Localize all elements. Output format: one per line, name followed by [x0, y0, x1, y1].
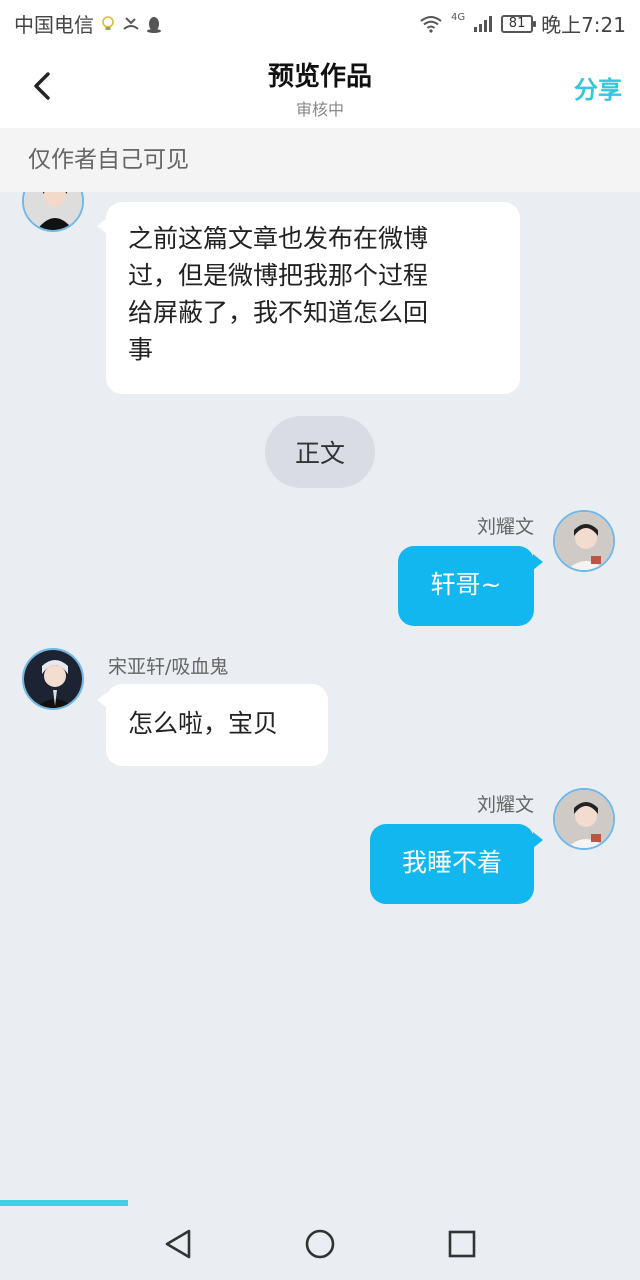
avatar[interactable] — [22, 192, 84, 232]
review-status: 审核中 — [295, 100, 344, 119]
carrier-label: 中国电信 — [14, 13, 94, 37]
chat-thread[interactable]: 之前这篇文章也发布在微博 过，但是微博把我那个过程 给屏蔽了，我不知道怎么回 事… — [0, 192, 640, 1200]
top-app-bar: 预览作品 审核中 分享 — [0, 44, 640, 128]
battery-level: 81 — [508, 16, 526, 31]
message-text: 轩哥~ — [430, 570, 502, 599]
bubble-tail — [533, 554, 543, 570]
bulb-icon — [100, 15, 116, 33]
back-nav-icon — [165, 1229, 191, 1259]
message-line: 给屏蔽了，我不知道怎么回 — [128, 298, 429, 327]
share-button[interactable]: 分享 — [574, 70, 622, 105]
section-marker[interactable]: 正文 — [265, 416, 375, 488]
home-nav-icon — [305, 1229, 335, 1259]
message-bubble[interactable]: 怎么啦，宝贝 — [106, 684, 328, 766]
avatar[interactable] — [553, 510, 615, 572]
avatar[interactable] — [22, 648, 84, 710]
signal-icon — [473, 15, 493, 33]
message-line: 过，但是微博把我那个过程 — [128, 261, 429, 290]
message-line: 之前这篇文章也发布在微博 — [128, 224, 429, 253]
network-type: 4G — [450, 12, 466, 23]
message-text: 怎么啦，宝贝 — [128, 709, 279, 738]
battery-icon: 81 — [501, 14, 537, 33]
recents-nav-icon — [448, 1230, 476, 1258]
avatar[interactable] — [553, 788, 615, 850]
message-bubble[interactable]: 之前这篇文章也发布在微博 过，但是微博把我那个过程 给屏蔽了，我不知道怎么回 事 — [106, 202, 520, 394]
qq-icon — [146, 15, 162, 33]
bubble-tail — [533, 832, 543, 848]
page-title: 预览作品 — [267, 62, 372, 92]
nav-back-button[interactable] — [158, 1224, 198, 1264]
nav-home-button[interactable] — [300, 1224, 340, 1264]
message-bubble[interactable]: 我睡不着 — [370, 824, 534, 904]
sender-name: 宋亚轩/吸血鬼 — [108, 656, 229, 678]
sender-name: 刘耀文 — [476, 794, 534, 816]
sender-name: 刘耀文 — [476, 516, 534, 538]
wifi-icon — [419, 15, 443, 33]
missed-call-icon — [122, 15, 140, 33]
system-navigation-bar — [0, 1206, 640, 1280]
message-line: 事 — [128, 335, 154, 364]
nav-recents-button[interactable] — [442, 1224, 482, 1264]
message-text: 我睡不着 — [401, 848, 502, 877]
clock: 晚上7:21 — [541, 13, 626, 37]
visibility-notice: 仅作者自己可见 — [0, 128, 640, 192]
message-bubble[interactable]: 轩哥~ — [398, 546, 534, 626]
status-bar: 中国电信 4G 81 晚上7:21 — [0, 0, 640, 44]
